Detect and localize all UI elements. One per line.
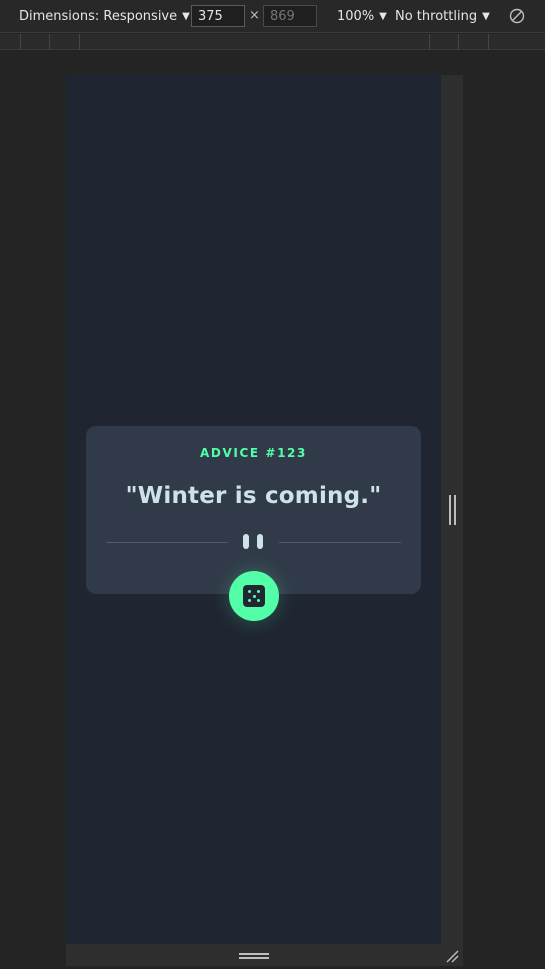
- devtools-device-toolbar: Dimensions: Responsive ▼ × 100% ▼ No throt…: [0, 0, 545, 33]
- ruler-segment[interactable]: [49, 34, 50, 50]
- ruler-segment[interactable]: [20, 34, 21, 50]
- zoom-dropdown[interactable]: 100% ▼: [337, 9, 387, 26]
- caret-down-icon: ▼: [379, 11, 387, 22]
- right-resize-handle[interactable]: [449, 495, 456, 525]
- corner-resize-icon[interactable]: [445, 949, 459, 963]
- advice-id: ADVICE #123: [200, 446, 307, 460]
- dimensions-dropdown[interactable]: Dimensions: Responsive ▼: [19, 9, 190, 26]
- throttling-dropdown[interactable]: No throttling ▼: [395, 9, 490, 26]
- emulated-viewport: ADVICE #123 "Winter is coming.": [66, 75, 441, 944]
- divider-line-left: [106, 542, 228, 543]
- height-input[interactable]: [263, 5, 317, 27]
- throttling-label: No throttling: [395, 9, 478, 24]
- divider-line-right: [279, 542, 401, 543]
- rotate-icon[interactable]: [509, 8, 525, 24]
- media-query-ruler: [0, 34, 545, 50]
- ruler-segment[interactable]: [79, 34, 80, 50]
- new-advice-button[interactable]: [229, 571, 279, 621]
- dimensions-label: Dimensions: Responsive: [19, 9, 178, 24]
- bottom-resize-handle[interactable]: [239, 953, 269, 959]
- pause-icon: [243, 534, 263, 549]
- caret-down-icon: ▼: [182, 11, 190, 22]
- advice-card: ADVICE #123 "Winter is coming.": [86, 426, 421, 594]
- times-symbol: ×: [249, 8, 260, 23]
- ruler-segment[interactable]: [488, 34, 489, 50]
- caret-down-icon: ▼: [482, 11, 490, 22]
- width-input[interactable]: [191, 5, 245, 27]
- dice-icon: [243, 585, 265, 607]
- ruler-segment[interactable]: [458, 34, 459, 50]
- zoom-label: 100%: [337, 9, 375, 24]
- advice-text: "Winter is coming.": [125, 483, 382, 509]
- ruler-segment[interactable]: [429, 34, 430, 50]
